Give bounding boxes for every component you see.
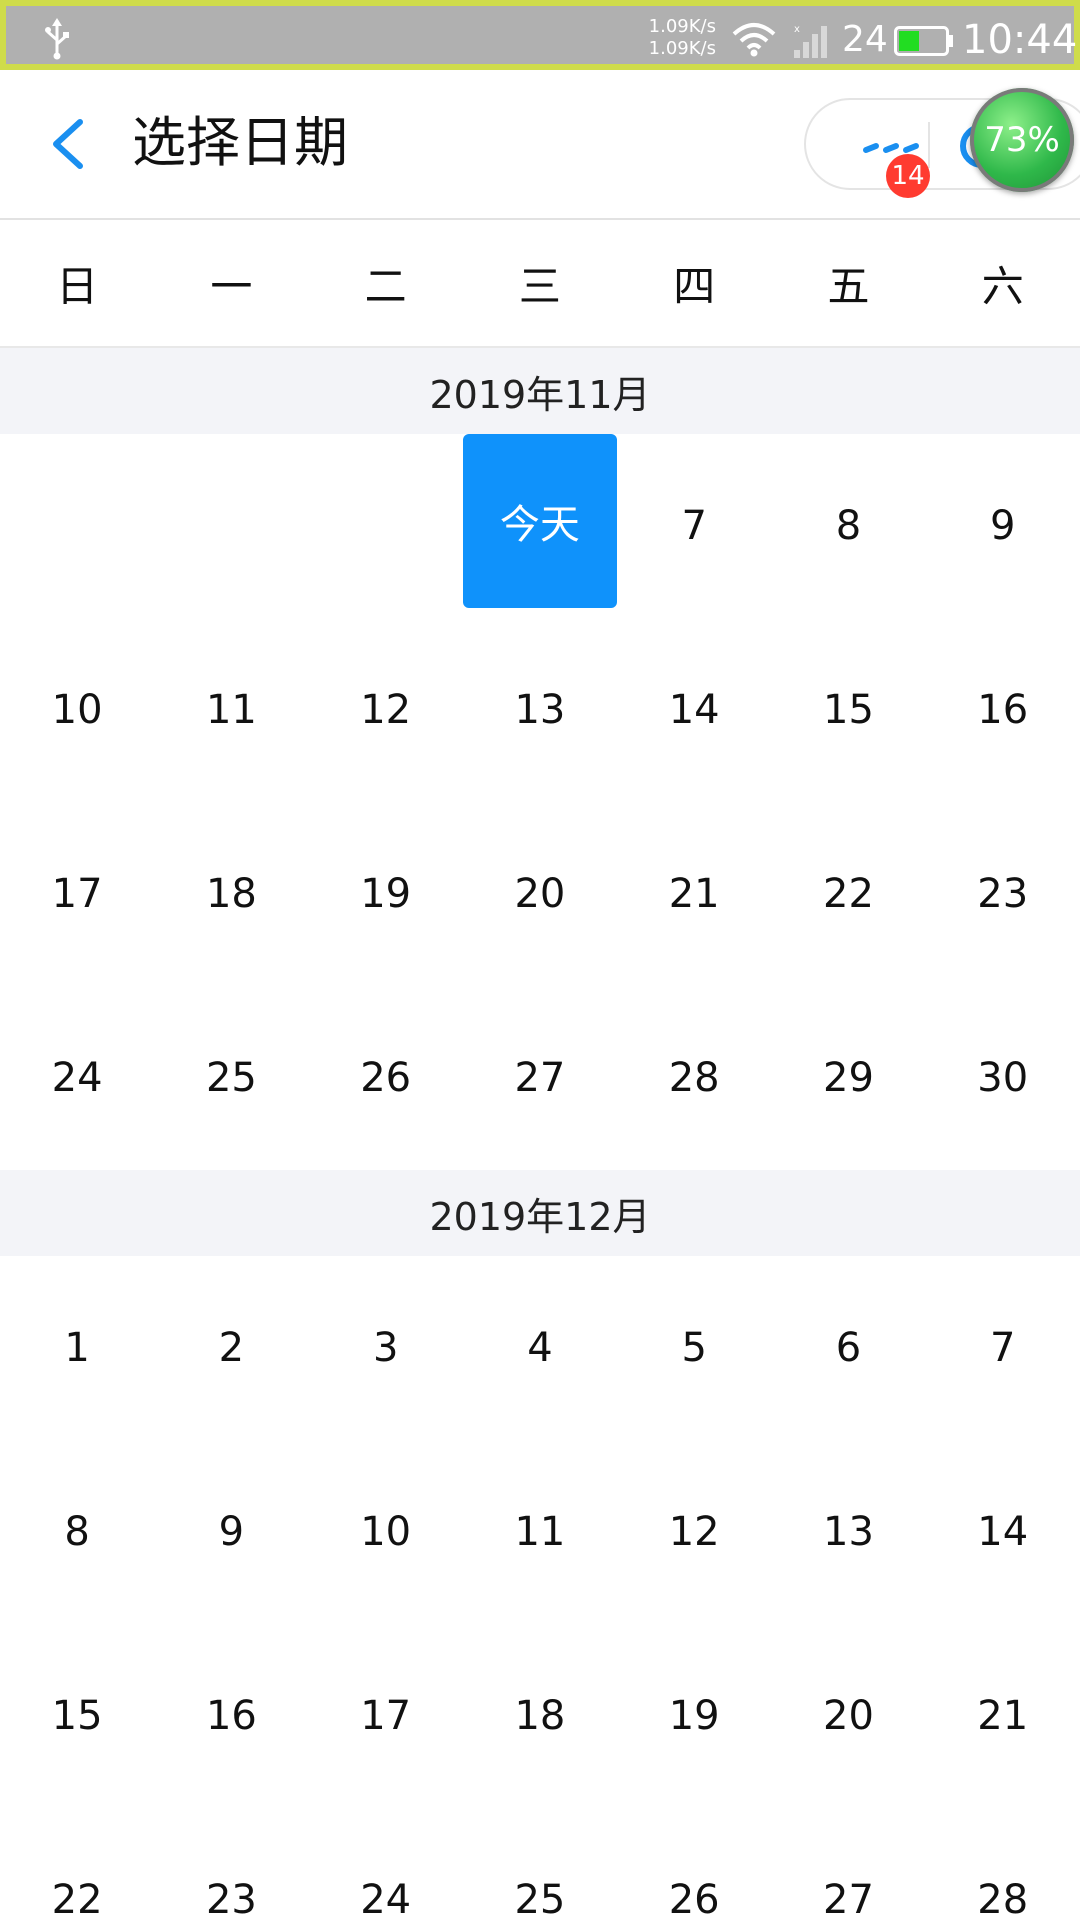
day-cell[interactable]: 11	[154, 618, 308, 802]
month-grid: 今天 7 8 9 10 11 12 13 14 15 16 17 18 19 20 21 22 23 24 25 26 2…	[0, 434, 1080, 1170]
day-cell[interactable]: 12	[617, 1440, 771, 1624]
day-cell[interactable]: 20	[463, 802, 617, 986]
day-cell[interactable]: 22	[0, 1808, 154, 1920]
day-cell[interactable]: 11	[463, 1440, 617, 1624]
day-cell[interactable]: 14	[926, 1440, 1080, 1624]
battery-level-text: 24	[842, 19, 888, 60]
status-bar: 1.09K/s 1.09K/s x 24 10:44	[0, 0, 1080, 70]
month-header: 2019年12月	[0, 1170, 1080, 1256]
day-cell[interactable]: 18	[463, 1624, 617, 1808]
day-cell[interactable]: 26	[309, 986, 463, 1170]
day-cell[interactable]: 21	[926, 1624, 1080, 1808]
day-cell[interactable]: 28	[926, 1808, 1080, 1920]
day-cell[interactable]: 13	[771, 1440, 925, 1624]
net-up-text: 1.09K/s	[648, 16, 716, 37]
usb-icon	[45, 18, 69, 60]
day-cell[interactable]: 13	[463, 618, 617, 802]
weekday-wednesday: 三	[518, 261, 561, 311]
day-cell[interactable]: 17	[309, 1624, 463, 1808]
day-cell[interactable]: 1	[0, 1256, 154, 1440]
day-cell[interactable]: 8	[771, 434, 925, 618]
day-cell[interactable]: 26	[617, 1808, 771, 1920]
page-title: 选择日期	[132, 111, 348, 174]
day-cell[interactable]: 18	[154, 802, 308, 986]
header-bar: 选择日期 14	[0, 70, 1080, 220]
day-cell[interactable]: 16	[154, 1624, 308, 1808]
day-cell[interactable]: 6	[771, 1256, 925, 1440]
empty-day-cell	[0, 434, 154, 618]
weekday-saturday: 六	[981, 261, 1024, 311]
day-cell[interactable]: 20	[771, 1624, 925, 1808]
day-cell[interactable]: 14	[617, 618, 771, 802]
day-cell[interactable]: 5	[617, 1256, 771, 1440]
empty-day-cell	[154, 434, 308, 618]
day-cell[interactable]: 8	[0, 1440, 154, 1624]
day-cell[interactable]: 25	[154, 986, 308, 1170]
weekday-tuesday: 二	[364, 261, 407, 311]
weekday-header-row: 日 一 二 三 四 五 六	[0, 220, 1080, 348]
net-down-text: 1.09K/s	[648, 38, 716, 59]
day-cell[interactable]: 17	[0, 802, 154, 986]
weekday-sunday: 日	[56, 261, 99, 311]
day-cell[interactable]: 16	[926, 618, 1080, 802]
day-cell[interactable]: 10	[0, 618, 154, 802]
clock-text: 10:44	[962, 17, 1078, 63]
day-cell[interactable]: 4	[463, 1256, 617, 1440]
day-cell[interactable]: 19	[309, 802, 463, 986]
day-cell[interactable]: 24	[0, 986, 154, 1170]
day-cell[interactable]: 23	[926, 802, 1080, 986]
floating-ball-button[interactable]: 73%	[970, 88, 1074, 192]
weekday-thursday: 四	[673, 261, 716, 311]
day-cell[interactable]: 9	[154, 1440, 308, 1624]
day-cell[interactable]: 29	[771, 986, 925, 1170]
weekday-friday: 五	[827, 261, 870, 311]
day-cell[interactable]: 9	[926, 434, 1080, 618]
today-day-cell[interactable]: 今天	[462, 434, 618, 608]
wifi-icon	[732, 23, 776, 57]
month-grid: 1 2 3 4 5 6 7 8 9 10 11 12 13 14 15 16 17 18 19 20 21 22 23 24 2…	[0, 1256, 1080, 1920]
day-cell[interactable]: 7	[617, 434, 771, 618]
day-cell[interactable]: 2	[154, 1256, 308, 1440]
day-cell[interactable]: 22	[771, 802, 925, 986]
date-picker-screen: 1.09K/s 1.09K/s x 24 10:44 选择日期 14 73% 日…	[0, 0, 1080, 1920]
day-cell[interactable]: 7	[926, 1256, 1080, 1440]
day-cell[interactable]: 28	[617, 986, 771, 1170]
network-speed: 1.09K/s 1.09K/s	[636, 16, 716, 60]
day-cell[interactable]: 25	[463, 1808, 617, 1920]
day-cell[interactable]: 23	[154, 1808, 308, 1920]
back-button[interactable]	[36, 112, 100, 176]
battery-icon	[894, 26, 953, 56]
day-cell[interactable]: 30	[926, 986, 1080, 1170]
day-cell[interactable]: 15	[0, 1624, 154, 1808]
day-cell[interactable]: 24	[309, 1808, 463, 1920]
day-cell[interactable]: 15	[771, 618, 925, 802]
weekday-monday: 一	[210, 261, 253, 311]
signal-icon: x	[794, 24, 827, 58]
day-cell[interactable]: 27	[463, 986, 617, 1170]
svg-text:x: x	[794, 24, 800, 35]
day-cell[interactable]: 12	[309, 618, 463, 802]
more-dots-icon	[863, 143, 919, 153]
day-cell[interactable]: 3	[309, 1256, 463, 1440]
day-cell[interactable]: 19	[617, 1624, 771, 1808]
day-cell[interactable]: 21	[617, 802, 771, 986]
chevron-left-icon	[53, 119, 83, 169]
capsule-divider	[928, 122, 930, 168]
day-cell[interactable]: 27	[771, 1808, 925, 1920]
month-header: 2019年11月	[0, 348, 1080, 434]
calendar-scroll[interactable]: 2019年11月 今天 7 8 9 10 11 12 13 14 15 16 17 18 19 20 21 22 2…	[0, 348, 1080, 1920]
floating-ball-value: 73%	[984, 120, 1060, 160]
day-cell[interactable]: 10	[309, 1440, 463, 1624]
notification-badge: 14	[886, 154, 930, 198]
empty-day-cell	[309, 434, 463, 618]
